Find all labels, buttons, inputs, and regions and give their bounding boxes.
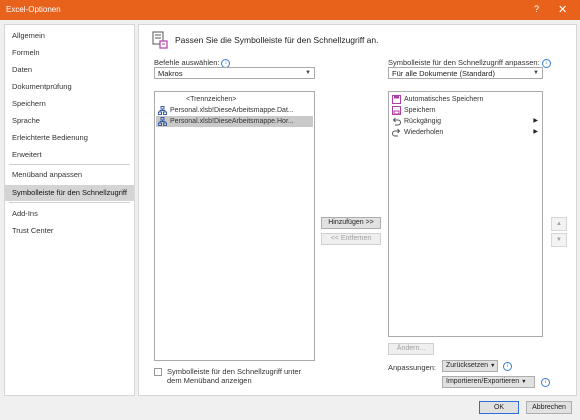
sidebar-item-dokumentpruefung[interactable]: Dokumentprüfung [5, 79, 134, 95]
chevron-down-icon: ▼ [489, 363, 496, 369]
cancel-button[interactable]: Abbrechen [526, 401, 572, 414]
choose-commands-dropdown[interactable]: Makros ▼ [154, 67, 315, 79]
modify-button[interactable]: Ändern... [388, 343, 434, 355]
add-button[interactable]: Hinzufügen >> [321, 217, 381, 229]
sidebar-item-sprache[interactable]: Sprache [5, 113, 134, 129]
reset-dropdown-button[interactable]: Zurücksetzen ▼ [442, 360, 498, 372]
undo-icon [392, 117, 401, 126]
arrow-up-icon: ▲ [556, 221, 562, 227]
qat-panel: Passen Sie die Symbolleiste für den Schn… [138, 24, 577, 396]
ok-button[interactable]: OK [479, 401, 519, 414]
list-item-autosave[interactable]: Automatisches Speichern [390, 94, 541, 105]
info-icon: i [541, 378, 550, 387]
help-icon[interactable]: ? [534, 4, 539, 14]
close-icon[interactable]: ✕ [558, 3, 567, 16]
chevron-down-icon: ▼ [305, 70, 311, 76]
choose-commands-value: Makros [158, 69, 183, 78]
sidebar-item-add-ins[interactable]: Add-Ins [5, 206, 134, 222]
sidebar-item-allgemein[interactable]: Allgemein [5, 28, 134, 44]
customize-qat-dropdown[interactable]: Für alle Dokumente (Standard) ▼ [388, 67, 543, 79]
import-export-dropdown-button[interactable]: Importieren/Exportieren ▼ [442, 376, 535, 388]
show-below-ribbon-checkbox[interactable] [154, 368, 162, 376]
list-item-undo[interactable]: Rückgängig ▶ [390, 116, 541, 127]
title-bar: Excel-Optionen ? ✕ [0, 0, 580, 20]
sidebar-item-trust-center[interactable]: Trust Center [5, 223, 134, 239]
info-icon: i [503, 362, 512, 371]
show-below-ribbon-label: Symbolleiste für den Schnellzugriff unte… [167, 367, 302, 385]
sidebar-item-schnellzugriff[interactable]: Symbolleiste für den Schnellzugriff [5, 185, 134, 201]
options-sidebar: Allgemein Formeln Daten Dokumentprüfung … [4, 24, 135, 396]
list-item-macro-selected[interactable]: Personal.xlsb!DieseArbeitsmappe.Hor... [156, 116, 313, 127]
move-up-button[interactable]: ▲ [551, 217, 567, 231]
chevron-down-icon: ▼ [521, 379, 527, 385]
arrow-down-icon: ▼ [556, 237, 562, 243]
qat-commands-list[interactable]: Automatisches Speichern Speichern Rückgä… [388, 91, 543, 337]
quick-access-toolbar-icon [152, 31, 168, 49]
page-heading: Passen Sie die Symbolleiste für den Schn… [175, 35, 379, 45]
window-title: Excel-Optionen [6, 5, 61, 14]
macro-icon [158, 117, 167, 126]
redo-icon [392, 128, 401, 137]
customize-qat-value: Für alle Dokumente (Standard) [392, 69, 495, 78]
sidebar-item-erleichterte-bedienung[interactable]: Erleichterte Bedienung [5, 130, 134, 146]
sidebar-item-speichern[interactable]: Speichern [5, 96, 134, 112]
sidebar-divider [9, 164, 130, 165]
save-icon [392, 106, 401, 115]
autosave-icon [392, 95, 401, 104]
list-item-save[interactable]: Speichern [390, 105, 541, 116]
sidebar-divider [9, 202, 130, 203]
list-item-redo[interactable]: Wiederholen ▶ [390, 127, 541, 138]
sidebar-item-menueband-anpassen[interactable]: Menüband anpassen [5, 167, 134, 183]
move-down-button[interactable]: ▼ [551, 233, 567, 247]
sidebar-item-formeln[interactable]: Formeln [5, 45, 134, 61]
macro-icon [158, 106, 167, 115]
customizations-label: Anpassungen: [388, 363, 436, 372]
submenu-arrow-icon: ▶ [533, 129, 538, 135]
remove-button[interactable]: << Entfernen [321, 233, 381, 245]
available-commands-list[interactable]: <Trennzeichen> Personal.xlsb!DieseArbeit… [154, 91, 315, 361]
list-item-macro[interactable]: Personal.xlsb!DieseArbeitsmappe.Dat... [156, 105, 313, 116]
submenu-arrow-icon: ▶ [533, 118, 538, 124]
list-item-separator[interactable]: <Trennzeichen> [156, 94, 313, 105]
chevron-down-icon: ▼ [533, 70, 539, 76]
sidebar-item-daten[interactable]: Daten [5, 62, 134, 78]
sidebar-item-erweitert[interactable]: Erweitert [5, 147, 134, 163]
